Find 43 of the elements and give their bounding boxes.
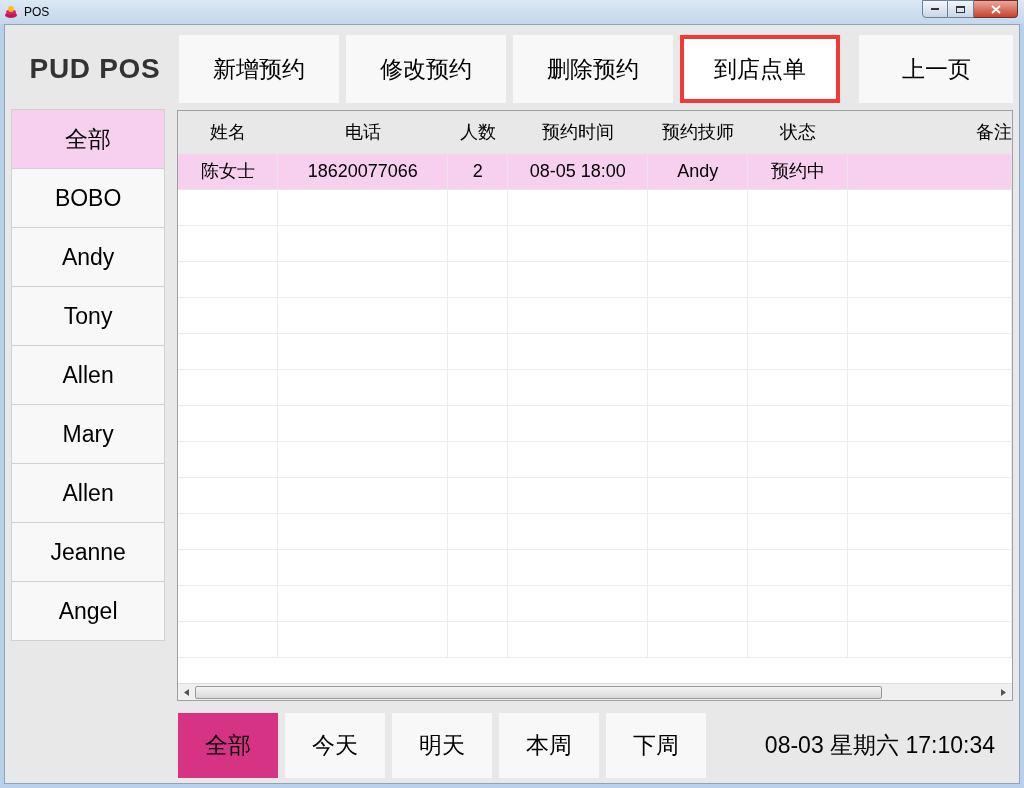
table-cell-text: 陈女士 [200, 160, 255, 183]
table-cell-text: 2 [472, 160, 483, 183]
column-header: 预约时间 [541, 121, 616, 144]
action-button[interactable]: 到店点单 [680, 35, 840, 103]
column-header: 姓名 [209, 121, 248, 144]
maximize-button[interactable] [948, 0, 974, 18]
filter-button[interactable]: 本周 [499, 713, 599, 778]
column-header: 预约技师 [661, 121, 736, 144]
column-header: 备注 [975, 121, 1012, 144]
sidebar-item[interactable]: Jeanne [11, 522, 166, 582]
filter-button[interactable]: 全部 [178, 713, 278, 778]
sidebar-item[interactable]: Mary [11, 404, 166, 464]
minimize-button[interactable] [922, 0, 948, 18]
column-header: 电话 [344, 121, 383, 144]
filter-button[interactable]: 今天 [285, 713, 385, 778]
action-button[interactable]: 新增预约 [179, 35, 339, 103]
sidebar-item[interactable]: 全部 [11, 109, 166, 169]
clock: 08-03 星期六 17:10:34 [764, 731, 995, 761]
window-title: POS [24, 4, 50, 21]
action-button[interactable]: 删除预约 [513, 35, 673, 103]
horizontal-scrollbar[interactable] [178, 683, 1012, 700]
table-cell-text: 预约中 [770, 160, 825, 183]
sidebar-item[interactable]: Allen [11, 345, 166, 405]
close-icon [990, 4, 1001, 14]
filter-button[interactable]: 下周 [606, 713, 706, 778]
sidebar-item[interactable]: Andy [11, 227, 166, 287]
close-button[interactable] [974, 0, 1018, 18]
filter-button[interactable]: 明天 [392, 713, 492, 778]
action-button[interactable]: 上一页 [859, 35, 1013, 103]
table-cell-text: Andy [677, 160, 719, 183]
table-cell-text: 18620077066 [307, 160, 418, 183]
sidebar-item[interactable]: Tony [11, 286, 166, 346]
app-icon [4, 5, 18, 19]
sidebar-item[interactable]: BOBO [11, 168, 166, 228]
table-cell-text: 08-05 18:00 [529, 160, 626, 183]
action-button[interactable]: 修改预约 [346, 35, 506, 103]
sidebar-item[interactable]: Angel [11, 581, 166, 641]
column-header: 状态 [779, 121, 818, 144]
app-logo: PUD POS [28, 52, 162, 86]
sidebar-item[interactable]: Allen [11, 463, 166, 523]
scrollbar-thumb[interactable] [195, 685, 883, 699]
table-row[interactable]: 陈女士 18620077066 2 08-05 18:00 Andy 预约中 [178, 154, 1012, 190]
column-header: 人数 [459, 121, 498, 144]
